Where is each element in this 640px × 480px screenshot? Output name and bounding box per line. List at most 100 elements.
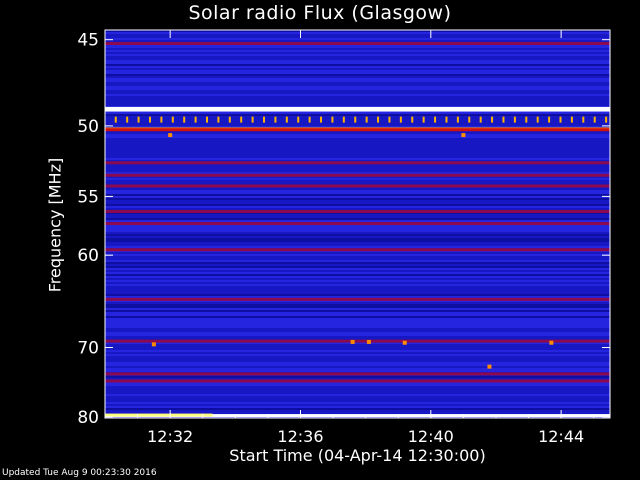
- heatmap-row: [105, 356, 610, 358]
- heatmap-row: [105, 194, 610, 196]
- burst-spike: [350, 339, 355, 344]
- heatmap-row: [105, 408, 610, 410]
- heatmap-row: [105, 314, 610, 316]
- heatmap-row: [105, 140, 610, 142]
- interference-dash: [456, 116, 459, 123]
- heatmap-row: [105, 392, 610, 394]
- interference-dash: [513, 116, 516, 123]
- x-tick-label: 12:36: [277, 427, 323, 446]
- heatmap-row: [105, 182, 610, 184]
- heatmap-row: [105, 80, 610, 82]
- heatmap-row: [105, 172, 610, 174]
- interference-dash: [194, 116, 197, 123]
- heatmap-row: [105, 142, 610, 144]
- heatmap-row: [105, 70, 610, 72]
- interference-dash: [251, 116, 254, 123]
- heatmap-row: [105, 226, 610, 228]
- interference-dash: [285, 116, 288, 123]
- heatmap-row: [105, 294, 610, 296]
- heatmap-row: [105, 332, 610, 334]
- heatmap-row: [105, 288, 610, 290]
- heatmap-row: [105, 328, 610, 330]
- burst-spike: [168, 133, 173, 138]
- heatmap-row: [105, 366, 610, 368]
- heatmap-row: [105, 152, 610, 154]
- heatmap-row: [105, 54, 610, 56]
- burst-spike: [549, 340, 554, 345]
- interference-dash: [434, 116, 437, 123]
- heatmap-row: [105, 196, 610, 198]
- heatmap-row: [105, 390, 610, 392]
- heatmap-row: [105, 82, 610, 84]
- heatmap-row: [105, 410, 610, 412]
- heatmap-row: [105, 246, 610, 248]
- heatmap-row: [105, 34, 610, 36]
- interference-dash: [217, 116, 220, 123]
- interference-dash: [399, 116, 402, 123]
- x-axis-label: Start Time (04-Apr-14 12:30:00): [229, 446, 486, 465]
- heatmap-row: [105, 84, 610, 86]
- heatmap-row: [105, 320, 610, 322]
- heatmap-row: [105, 318, 610, 320]
- heatmap-row: [105, 88, 610, 90]
- heatmap-row: [105, 86, 610, 88]
- heatmap-row: [105, 312, 610, 314]
- interference-dash: [137, 116, 140, 123]
- heatmap-row: [105, 346, 610, 348]
- interference-dash: [114, 116, 117, 123]
- heatmap-row: [105, 136, 610, 138]
- interference-dash: [228, 116, 231, 123]
- heatmap-row: [105, 232, 610, 234]
- heatmap-row: [105, 334, 610, 336]
- heatmap-row: [105, 256, 610, 258]
- heatmap-row: [105, 78, 610, 80]
- heatmap-row: [105, 270, 610, 272]
- heatmap-row: [105, 308, 610, 310]
- heatmap-row: [105, 234, 610, 236]
- heatmap-row: [105, 352, 610, 354]
- interference-dash: [342, 116, 345, 123]
- frequency-band: [105, 297, 610, 301]
- heatmap-row: [105, 220, 610, 222]
- heatmap-row: [105, 260, 610, 262]
- heatmap-row: [105, 38, 610, 40]
- heatmap-row: [105, 358, 610, 360]
- frequency-band: [105, 372, 610, 376]
- heatmap-row: [105, 180, 610, 182]
- heatmap-row: [105, 50, 610, 52]
- heatmap-row: [105, 396, 610, 398]
- heatmap-row: [105, 68, 610, 70]
- heatmap-row: [105, 264, 610, 266]
- heatmap-row: [105, 360, 610, 362]
- heatmap-row: [105, 132, 610, 134]
- heatmap-row: [105, 400, 610, 402]
- y-tick-label: 70: [77, 339, 99, 359]
- interference-dash: [240, 116, 243, 123]
- heatmap-row: [105, 198, 610, 200]
- y-tick-label: 45: [77, 31, 99, 51]
- interference-dash: [365, 116, 368, 123]
- frequency-band: [105, 248, 610, 252]
- heatmap-row: [105, 168, 610, 170]
- heatmap-row: [105, 144, 610, 146]
- heatmap-row: [105, 150, 610, 152]
- heatmap-row: [105, 124, 610, 126]
- heatmap-row: [105, 56, 610, 58]
- heatmap-row: [105, 228, 610, 230]
- heatmap-row: [105, 276, 610, 278]
- heatmap-row: [105, 364, 610, 366]
- heatmap-row: [105, 208, 610, 210]
- heatmap-row: [105, 178, 610, 180]
- heatmap-row: [105, 280, 610, 282]
- interference-dash: [491, 116, 494, 123]
- heatmap-row: [105, 114, 610, 116]
- heatmap-row: [105, 310, 610, 312]
- y-tick-label: 80: [77, 408, 99, 428]
- heatmap-row: [105, 40, 610, 42]
- heatmap-row: [105, 304, 610, 306]
- heatmap-row: [105, 244, 610, 246]
- heatmap-row: [105, 154, 610, 156]
- heatmap-row: [105, 102, 610, 104]
- updated-timestamp: Updated Tue Aug 9 00:23:30 2016: [2, 468, 157, 478]
- heatmap-row: [105, 324, 610, 326]
